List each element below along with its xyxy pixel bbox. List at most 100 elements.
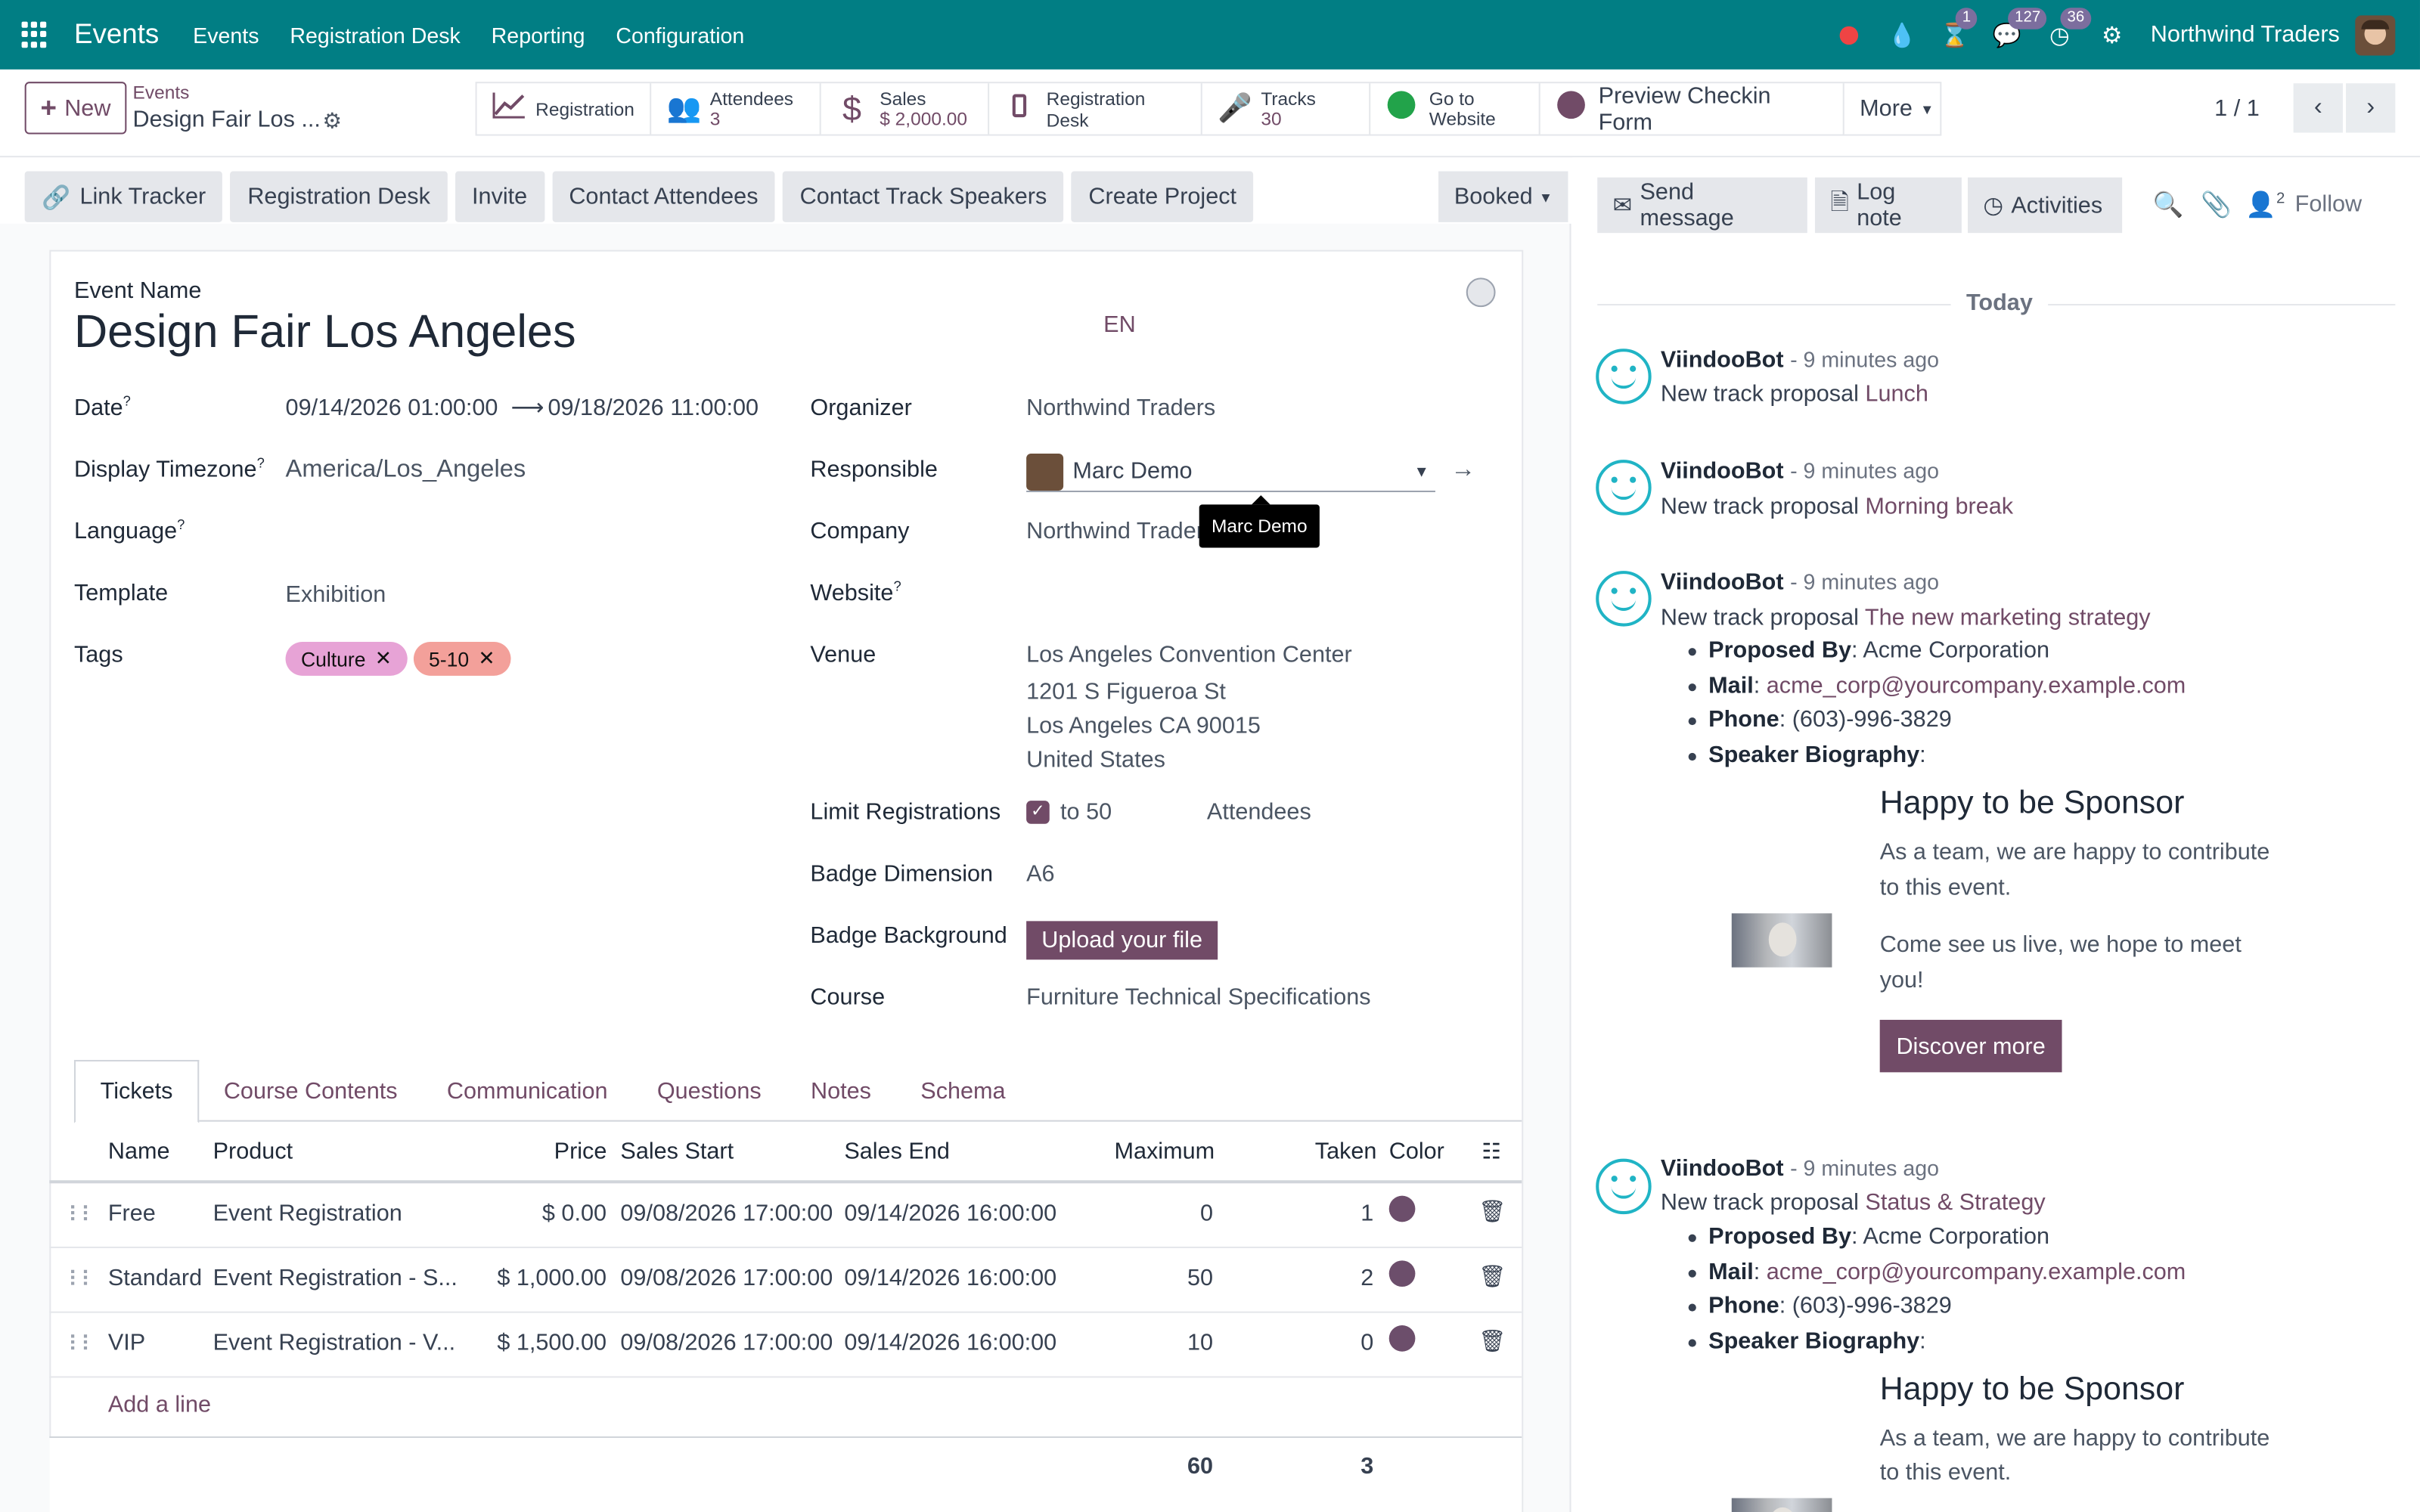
- log-note-button[interactable]: 🗎 Log note: [1814, 177, 1962, 234]
- limit-registrations-checkbox[interactable]: ✓: [1026, 801, 1050, 824]
- tab-communication[interactable]: Communication: [422, 1060, 632, 1122]
- stage-dropdown[interactable]: Booked ▼: [1438, 171, 1568, 222]
- record-gear-icon[interactable]: ⚙: [323, 108, 343, 135]
- course-input[interactable]: Furniture Technical Specifications: [1026, 984, 1370, 1011]
- message-link[interactable]: The new marketing strategy: [1865, 605, 2151, 631]
- contact-attendees-button[interactable]: Contact Attendees: [551, 171, 775, 222]
- tab-notes[interactable]: Notes: [786, 1060, 895, 1122]
- ticket-maximum[interactable]: 10: [1187, 1330, 1213, 1356]
- mail-link[interactable]: acme_corp@yourcompany.example.com: [1767, 1258, 2186, 1284]
- breadcrumb-events[interactable]: Events: [133, 82, 190, 104]
- table-row[interactable]: ⠇⠇ Free Event Registration $ 0.00 09/08/…: [49, 1183, 1522, 1249]
- ticket-sales-end[interactable]: 09/14/2026 16:00:00: [844, 1201, 1056, 1227]
- ticket-product[interactable]: Event Registration - S...: [213, 1265, 458, 1291]
- hourglass-icon[interactable]: ⌛ 1: [1940, 7, 1978, 48]
- smart-sales[interactable]: $ Sales $ 2,000.00: [821, 83, 990, 135]
- language-input[interactable]: [286, 519, 749, 550]
- external-link-arrow-icon[interactable]: →: [1450, 457, 1475, 485]
- template-input[interactable]: Exhibition: [286, 581, 386, 608]
- drag-handle-icon[interactable]: ⠇⠇: [68, 1202, 97, 1228]
- smart-registration-desk[interactable]: Registration Desk: [989, 83, 1202, 135]
- ticket-product[interactable]: Event Registration: [213, 1201, 402, 1227]
- responsible-input[interactable]: Marc Demo ▼: [1026, 452, 1435, 493]
- table-row[interactable]: ⠇⠇ VIP Event Registration - V... $ 1,500…: [49, 1313, 1522, 1378]
- ticket-sales-start[interactable]: 09/08/2026 17:00:00: [620, 1201, 833, 1227]
- settings-icon[interactable]: ⚙: [2098, 21, 2126, 49]
- smart-go-to-website[interactable]: Go to Website: [1370, 83, 1540, 135]
- contact-track-speakers-button[interactable]: Contact Track Speakers: [783, 171, 1064, 222]
- paperclip-icon[interactable]: 📎: [2201, 190, 2232, 221]
- drag-handle-icon[interactable]: ⠇⠇: [68, 1266, 97, 1293]
- bot-avatar[interactable]: [1596, 1158, 1652, 1215]
- tab-questions[interactable]: Questions: [632, 1060, 786, 1122]
- apps-menu-icon[interactable]: [21, 20, 50, 49]
- new-button[interactable]: + New: [24, 82, 127, 135]
- smart-more[interactable]: More ▼: [1844, 83, 1941, 134]
- invite-button[interactable]: Invite: [455, 171, 544, 222]
- badge-dimension-select[interactable]: A6: [1026, 861, 1054, 888]
- activities-button[interactable]: ◷ Activities: [1968, 177, 2123, 234]
- ticket-color-swatch[interactable]: [1388, 1195, 1416, 1222]
- upload-file-button[interactable]: Upload your file: [1026, 921, 1218, 960]
- chat-icon[interactable]: 💬 127: [1993, 7, 2047, 48]
- timezone-select[interactable]: America/Los_Angeles: [286, 457, 526, 485]
- date-end-input[interactable]: 09/18/2026 11:00:00: [548, 395, 759, 421]
- followers-icon[interactable]: 👤2: [2245, 190, 2285, 221]
- tags-field[interactable]: Culture ✕ 5-10 ✕: [285, 641, 517, 676]
- tab-tickets[interactable]: Tickets: [73, 1060, 200, 1123]
- pager-value[interactable]: 1 / 1: [2214, 96, 2260, 122]
- col-product[interactable]: Product: [213, 1139, 293, 1165]
- message-link[interactable]: Status & Strategy: [1865, 1189, 2045, 1216]
- create-project-button[interactable]: Create Project: [1071, 171, 1254, 222]
- send-message-button[interactable]: ✉ Send message: [1597, 177, 1807, 234]
- bot-avatar[interactable]: [1596, 460, 1652, 516]
- message-author[interactable]: ViindooBot - 9 minutes ago: [1661, 347, 1939, 373]
- record-icon[interactable]: [1835, 21, 1863, 49]
- ticket-name[interactable]: VIP: [108, 1330, 145, 1356]
- col-color[interactable]: Color: [1389, 1139, 1444, 1165]
- limit-to-input[interactable]: to 50: [1060, 799, 1112, 826]
- menu-reporting[interactable]: Reporting: [492, 23, 585, 48]
- link-tracker-button[interactable]: 🔗 Link Tracker: [24, 171, 223, 222]
- menu-registration-desk[interactable]: Registration Desk: [290, 23, 461, 48]
- pager-next-button[interactable]: ›: [2346, 83, 2396, 133]
- ticket-name[interactable]: Standard: [108, 1265, 202, 1291]
- remove-tag-icon[interactable]: ✕: [375, 646, 392, 671]
- trash-icon[interactable]: 🗑: [1478, 1263, 1506, 1290]
- message-author[interactable]: ViindooBot - 9 minutes ago: [1661, 569, 1939, 596]
- ticket-sales-start[interactable]: 09/08/2026 17:00:00: [620, 1265, 833, 1291]
- ticket-product[interactable]: Event Registration - V...: [213, 1330, 455, 1356]
- ticket-color-swatch[interactable]: [1388, 1260, 1416, 1287]
- pager-prev-button[interactable]: ‹: [2293, 83, 2343, 133]
- col-sales-end[interactable]: Sales End: [844, 1139, 950, 1165]
- registration-desk-button[interactable]: Registration Desk: [230, 171, 448, 222]
- clock-icon[interactable]: ◷ 36: [2046, 7, 2091, 48]
- ticket-price[interactable]: $ 1,000.00: [497, 1265, 607, 1291]
- language-switch[interactable]: EN: [1103, 311, 1136, 338]
- message-author[interactable]: ViindooBot - 9 minutes ago: [1661, 458, 1939, 485]
- follow-button[interactable]: Follow: [2295, 191, 2362, 218]
- app-name[interactable]: Events: [74, 18, 159, 51]
- col-sales-start[interactable]: Sales Start: [620, 1139, 734, 1165]
- message-link[interactable]: Morning break: [1865, 494, 2013, 520]
- ticket-price[interactable]: $ 1,500.00: [497, 1330, 607, 1356]
- organizer-input[interactable]: Northwind Traders: [1026, 395, 1215, 421]
- trash-icon[interactable]: 🗑: [1478, 1328, 1506, 1355]
- smart-tracks[interactable]: 🎤 Tracks 30: [1202, 83, 1371, 135]
- ticket-maximum[interactable]: 50: [1187, 1265, 1213, 1291]
- column-settings-icon[interactable]: ☷: [1481, 1139, 1501, 1165]
- company-input[interactable]: Northwind Traders: [1026, 519, 1215, 545]
- col-taken[interactable]: Taken: [1315, 1139, 1377, 1165]
- smart-registration[interactable]: Registration: [477, 83, 652, 135]
- ticket-sales-end[interactable]: 09/14/2026 16:00:00: [844, 1265, 1056, 1291]
- tab-schema[interactable]: Schema: [896, 1060, 1031, 1122]
- ticket-maximum[interactable]: 0: [1200, 1201, 1213, 1227]
- discover-more-button[interactable]: Discover more: [1879, 1019, 2062, 1073]
- tab-course-contents[interactable]: Course Contents: [199, 1060, 422, 1122]
- trash-icon[interactable]: 🗑: [1478, 1199, 1506, 1225]
- col-maximum[interactable]: Maximum: [1114, 1139, 1215, 1165]
- drop-icon[interactable]: 💧: [1888, 21, 1916, 49]
- smart-attendees[interactable]: 👥 Attendees 3: [651, 83, 821, 135]
- ticket-color-swatch[interactable]: [1388, 1325, 1416, 1352]
- menu-configuration[interactable]: Configuration: [616, 23, 744, 48]
